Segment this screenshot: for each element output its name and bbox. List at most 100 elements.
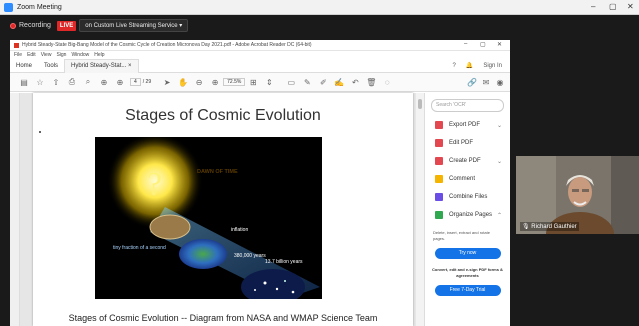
chevron-down-icon[interactable]: ⌄ — [497, 122, 502, 129]
record-dot-icon — [10, 22, 16, 29]
sign-in-link[interactable]: Sign In — [483, 63, 502, 69]
zoom-titlebar: Zoom Meeting – ▢ ✕ — [0, 0, 639, 15]
select-cursor-icon[interactable]: ➤ — [159, 78, 175, 87]
maximize-icon[interactable]: ▢ — [609, 2, 617, 11]
acrobat-maximize-icon[interactable]: ▢ — [480, 41, 486, 48]
chevron-down-icon[interactable]: ⌄ — [497, 158, 502, 165]
menu-help[interactable]: Help — [94, 52, 104, 58]
label-380000-years: 380,000 years — [234, 253, 266, 259]
scrollbar-thumb[interactable] — [418, 99, 422, 109]
mute-icon: 🎙 — [522, 224, 530, 230]
edit-pdf-icon — [435, 139, 443, 147]
acrobat-toolbar: ▤ ☆ ⇧ ⎙ ⌕ ⊕ ⊕ 4 / 29 ➤ ✋ ⊖ ⊕ 72.5% ⊞ ⇕ ▭… — [10, 73, 510, 92]
print-icon[interactable]: ⎙ — [64, 77, 80, 87]
organize-pages-icon — [435, 211, 443, 219]
search-icon[interactable]: ⌕ — [80, 77, 96, 87]
close-icon[interactable]: ✕ — [627, 2, 634, 11]
combine-files-icon — [435, 193, 443, 201]
hand-icon[interactable]: ✋ — [175, 78, 191, 87]
acrobat-window: Hybrid Steady-State Big-Bang Model of th… — [10, 40, 510, 326]
try-now-button[interactable]: Try now — [434, 248, 501, 259]
acrobat-window-title: Hybrid Steady-State Big-Bang Model of th… — [22, 42, 312, 48]
tools-search-input[interactable]: Search 'OCR' — [431, 99, 504, 112]
tool-edit-pdf[interactable]: Edit PDF — [425, 134, 510, 152]
chevron-up-icon[interactable]: ⌃ — [497, 212, 502, 219]
tool-comment[interactable]: Comment — [425, 170, 510, 188]
next-page-icon[interactable]: ⊕ — [112, 78, 128, 87]
tool-label: Export PDF — [449, 122, 481, 128]
account-icon[interactable]: ◉ — [492, 78, 508, 87]
bookmark-star-icon[interactable]: ☆ — [32, 78, 48, 87]
create-icon[interactable]: ▤ — [16, 78, 32, 87]
comment-tool-icon — [435, 175, 443, 183]
help-icon[interactable]: ? — [452, 63, 455, 69]
page-total: / 29 — [142, 79, 152, 85]
zoom-logo-icon — [4, 2, 13, 12]
recording-indicator[interactable]: Recording — [10, 22, 51, 29]
participant-name-label: Richard Gauthier — [531, 224, 577, 230]
cosmic-evolution-figure: ? DAWN OF TIME inflation tiny fraction o… — [95, 137, 322, 299]
vertical-scrollbar[interactable] — [416, 93, 424, 326]
label-tiny-fraction: tiny fraction of a second — [113, 245, 166, 251]
acrobat-body: Stages of Cosmic Evolution ? DAWN OF TIM… — [10, 93, 510, 326]
figure-caption: Stages of Cosmic Evolution -- Diagram fr… — [68, 313, 378, 323]
page-number-input[interactable]: 4 — [130, 78, 141, 86]
label-inflation: inflation — [231, 227, 248, 233]
tool-combine-files[interactable]: Combine Files — [425, 188, 510, 206]
notifications-icon[interactable]: 🔔 — [466, 62, 473, 69]
organize-pages-description: Delete, insert, extract and rotate pages… — [433, 230, 490, 241]
zoom-status-bar: Recording LIVE on Custom Live Streaming … — [0, 15, 639, 36]
upload-icon[interactable]: ⇧ — [48, 78, 64, 87]
tool-organize-pages[interactable]: Organize Pages ⌃ — [425, 206, 510, 224]
tool-label: Combine Files — [449, 194, 488, 200]
left-navigation-rail[interactable] — [10, 93, 20, 326]
acrobat-logo-icon — [14, 42, 19, 48]
draw-icon[interactable]: ✐ — [315, 78, 331, 87]
cmb-disc — [179, 239, 227, 269]
slide-title: Stages of Cosmic Evolution — [125, 107, 321, 124]
scroll-mode-icon[interactable]: ⇕ — [261, 78, 277, 87]
participant-name: 🎙 Richard Gauthier — [520, 222, 579, 231]
zoom-out-icon[interactable]: ⊖ — [191, 78, 207, 87]
undo-icon[interactable]: ↶ — [347, 78, 363, 87]
tab-tools[interactable]: Tools — [38, 59, 64, 73]
sign-icon[interactable]: ✍ — [331, 78, 347, 87]
zoom-in-icon[interactable]: ⊕ — [207, 78, 223, 87]
tool-export-pdf[interactable]: Export PDF ⌄ — [425, 116, 510, 134]
tool-label: Edit PDF — [449, 140, 474, 146]
acrobat-minimize-icon[interactable]: – — [464, 41, 467, 47]
tab-document[interactable]: Hybrid Steady-Stat... × — [64, 58, 139, 73]
stream-dropdown[interactable]: on Custom Live Streaming Service ▾ — [79, 19, 189, 32]
tool-label: Organize Pages — [449, 212, 493, 218]
menu-window[interactable]: Window — [71, 52, 89, 58]
acrobat-titlebar: Hybrid Steady-State Big-Bang Model of th… — [10, 40, 510, 51]
tool-create-pdf[interactable]: Create PDF ⌄ — [425, 152, 510, 170]
export-pdf-icon — [435, 121, 443, 129]
highlight-icon[interactable]: ✎ — [299, 78, 315, 87]
label-dawn-of-time: DAWN OF TIME — [197, 169, 238, 175]
acrobat-close-icon[interactable]: ✕ — [497, 41, 502, 48]
menu-edit[interactable]: Edit — [27, 52, 36, 58]
menu-sign[interactable]: Sign — [56, 52, 66, 58]
fit-page-icon[interactable]: ⊞ — [245, 78, 261, 87]
comment-icon[interactable]: ▭ — [283, 78, 299, 87]
stream-label: on Custom Live Streaming Service — [85, 23, 178, 29]
participant-video[interactable]: 🎙 Richard Gauthier — [516, 156, 639, 234]
live-badge: LIVE — [56, 20, 77, 31]
question-mark: ? — [147, 166, 162, 203]
prev-page-icon[interactable]: ⊕ — [96, 78, 112, 87]
free-trial-button[interactable]: Free 7-Day Trial — [434, 285, 501, 296]
acrobat-tabs: Home Tools Hybrid Steady-Stat... × ? 🔔 S… — [10, 58, 510, 73]
bullet-dot — [39, 131, 41, 133]
zoom-level-dropdown[interactable]: 72.5% — [223, 78, 246, 86]
minimize-icon[interactable]: – — [591, 2, 595, 11]
label-13-7-billion-years: 13.7 billion years — [265, 259, 303, 265]
menu-view[interactable]: View — [41, 52, 52, 58]
more-tools-icon[interactable]: ◌ — [379, 78, 395, 87]
menu-file[interactable]: File — [14, 52, 22, 58]
pdf-page: Stages of Cosmic Evolution ? DAWN OF TIM… — [33, 93, 413, 326]
tool-label: Comment — [449, 176, 476, 182]
delete-icon[interactable]: 🗑 — [363, 78, 379, 87]
tab-home[interactable]: Home — [10, 59, 38, 73]
create-pdf-icon — [435, 157, 443, 165]
